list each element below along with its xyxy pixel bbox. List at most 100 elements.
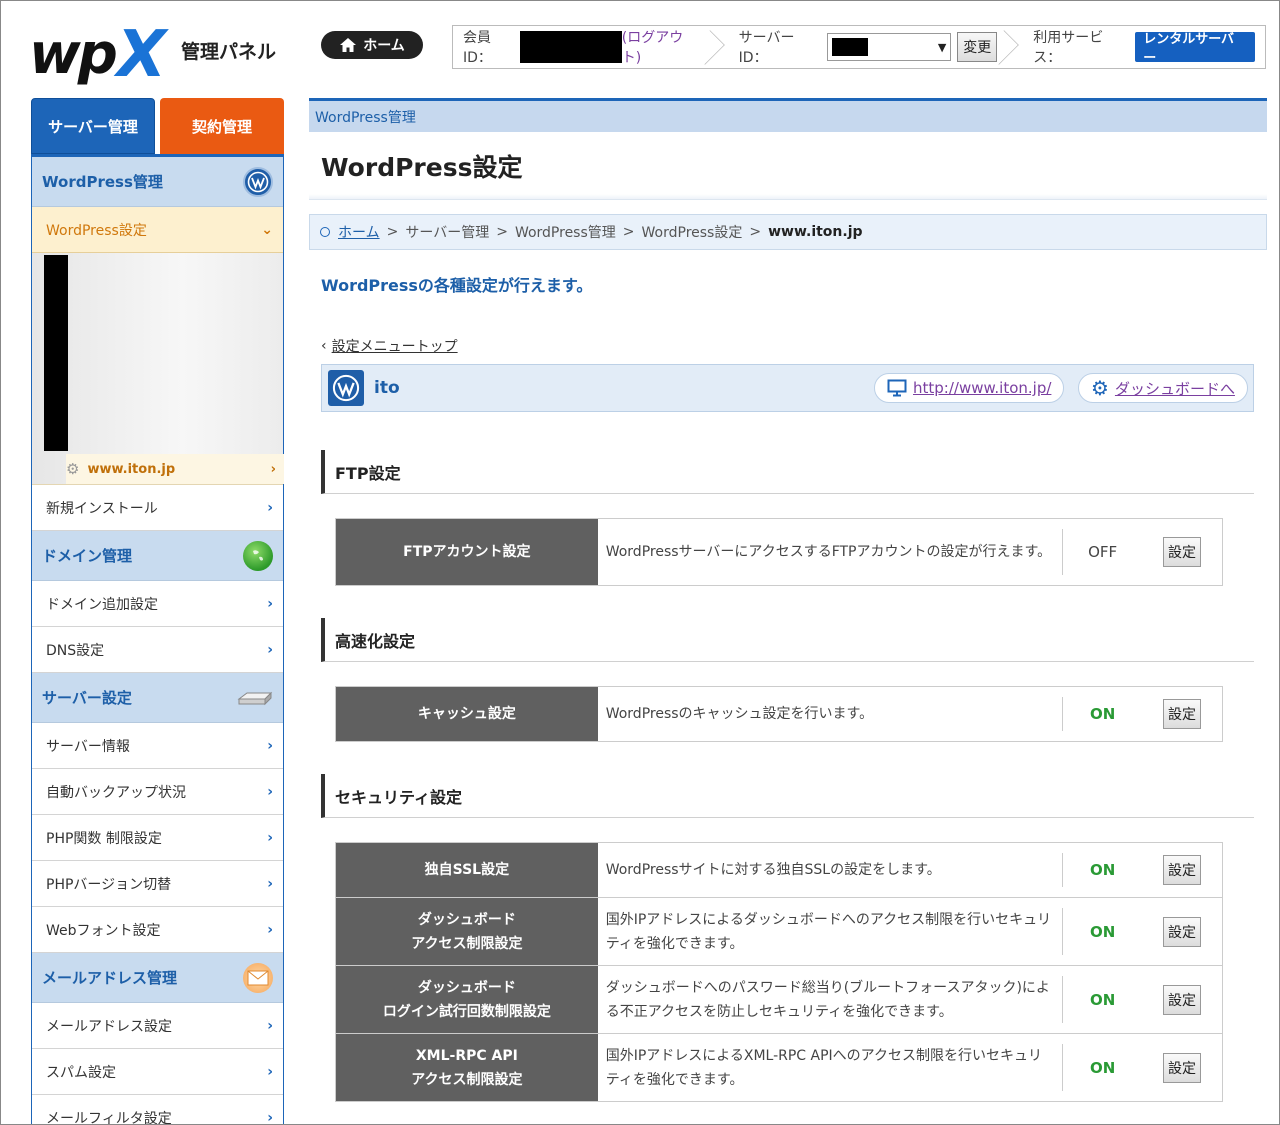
sidebar-item-label: 自動バックアップ状況: [46, 784, 186, 801]
set-button[interactable]: 設定: [1163, 984, 1202, 1015]
sidebar-item-server-info[interactable]: サーバー情報 ›: [32, 723, 283, 769]
setting-action: 設定: [1142, 519, 1222, 585]
tab-contract-management[interactable]: 契約管理: [160, 98, 284, 154]
dashboard-link[interactable]: ⚙ ダッシュボードへ: [1078, 373, 1248, 403]
app-window: wp X 管理パネル ホーム 会員ID： (ログアウト) サーバーID： ▼ 変更…: [0, 0, 1280, 1125]
server-icon: [237, 683, 273, 713]
site-thumbnail-redacted: [44, 255, 68, 451]
setting-action: 設定: [1142, 843, 1222, 897]
sidebar-section-domain[interactable]: ドメイン管理: [32, 531, 283, 581]
breadcrumb-home-link[interactable]: ホーム: [338, 222, 380, 242]
back-to-menu-link[interactable]: 設定メニュートップ: [332, 336, 458, 356]
sidebar-item-label: サーバー情報: [46, 738, 130, 755]
sidebar-section-server[interactable]: サーバー設定: [32, 673, 283, 723]
site-url-link[interactable]: http://www.iton.jp/: [874, 373, 1065, 403]
chevron-down-icon: ⌄: [261, 221, 273, 238]
chevron-right-icon: ›: [267, 875, 273, 892]
site-domain-label: www.iton.jp: [87, 461, 176, 477]
chevron-right-icon: ›: [267, 829, 273, 846]
setting-description: 国外IPアドレスによるダッシュボードへのアクセス制限を行いセキュリティを強化でき…: [605, 911, 1052, 952]
dropdown-arrow-icon: ▼: [937, 40, 947, 54]
panel-title: 管理パネル: [181, 41, 277, 63]
home-button[interactable]: ホーム: [321, 31, 423, 59]
breadcrumb-separator: >: [496, 224, 508, 240]
set-button[interactable]: 設定: [1163, 1052, 1202, 1083]
sidebar-item-php-function[interactable]: PHP関数 制限設定 ›: [32, 815, 283, 861]
set-button[interactable]: 設定: [1163, 699, 1202, 729]
main-content: WordPress管理 WordPress設定 ホーム > サーバー管理 > W…: [309, 98, 1267, 1102]
chevron-left-icon: ‹: [321, 338, 327, 354]
chevron-right-icon: ›: [267, 783, 273, 800]
set-button[interactable]: 設定: [1163, 537, 1202, 567]
section-title: メールアドレス管理: [42, 969, 178, 987]
mail-icon: [243, 962, 273, 993]
sidebar-item-php-version[interactable]: PHPバージョン切替 ›: [32, 861, 283, 907]
logo-wp-text: wp: [29, 22, 118, 87]
tab-server-management[interactable]: サーバー管理: [31, 98, 155, 154]
sidebar-section-mail[interactable]: メールアドレス管理: [32, 953, 283, 1003]
chevron-right-icon: ›: [267, 1017, 273, 1034]
setting-description: ダッシュボードへのパスワード総当り(ブルートフォースアタック)による不正アクセス…: [605, 979, 1050, 1020]
dashboard-link-text: ダッシュボードへ: [1114, 379, 1235, 398]
setting-label: ダッシュボード アクセス制限設定: [336, 898, 598, 965]
segment-separator: [713, 26, 729, 68]
setting-description: WordPressのキャッシュ設定を行います。: [605, 706, 874, 722]
section-heading: セキュリティ設定: [321, 774, 1254, 818]
breadcrumb-item: サーバー管理: [405, 225, 490, 241]
section-header-bar: WordPress管理: [309, 98, 1267, 132]
server-id-segment: サーバーID： ▼ 変更: [729, 26, 1008, 68]
site-domain-item[interactable]: ⚙ www.iton.jp ›: [66, 454, 284, 484]
breadcrumb-separator: >: [622, 224, 635, 240]
globe-icon: [243, 540, 273, 571]
setting-action: 設定: [1142, 687, 1222, 741]
setting-label: キャッシュ設定: [336, 687, 598, 741]
breadcrumb-item: WordPress管理: [514, 225, 616, 241]
sidebar-item-mail-filter[interactable]: メールフィルタ設定 ›: [32, 1095, 283, 1125]
rental-server-button[interactable]: レンタルサーバー: [1135, 32, 1255, 66]
set-button[interactable]: 設定: [1163, 855, 1202, 885]
sidebar-item-dns[interactable]: DNS設定 ›: [32, 627, 283, 673]
logout-link[interactable]: (ログアウト): [622, 27, 703, 67]
member-id-segment: 会員ID： (ログアウト): [453, 26, 713, 68]
wpx-logo[interactable]: wp X: [29, 15, 167, 92]
chevron-right-icon: ›: [267, 737, 273, 754]
server-id-select[interactable]: ▼: [827, 33, 952, 61]
table-row: XML-RPC API アクセス制限設定 国外IPアドレスによるXML-RPC …: [336, 1034, 1222, 1102]
sidebar-item-auto-backup[interactable]: 自動バックアップ状況 ›: [32, 769, 283, 815]
wordpress-icon: [243, 166, 273, 197]
section-title: WordPress管理: [42, 173, 163, 191]
sidebar-section-wordpress[interactable]: WordPress管理: [32, 157, 283, 207]
settings-table: キャッシュ設定 WordPressのキャッシュ設定を行います。 ON 設定: [335, 686, 1223, 742]
sidebar-item-wordpress-settings[interactable]: WordPress設定 ⌄: [32, 207, 283, 253]
member-id-redacted: [519, 31, 622, 63]
chevron-right-icon: ›: [267, 921, 273, 938]
account-bar: 会員ID： (ログアウト) サーバーID： ▼ 変更 利用サービス： レンタルサ…: [452, 25, 1266, 69]
sidebar-item-webfont[interactable]: Webフォント設定 ›: [32, 907, 283, 953]
sidebar-item-spam[interactable]: スパム設定 ›: [32, 1049, 283, 1095]
gear-icon: ⚙: [66, 460, 80, 478]
section-title: ドメイン管理: [42, 547, 133, 565]
breadcrumb-circle-icon: [320, 227, 330, 237]
sidebar-item-domain-add[interactable]: ドメイン追加設定 ›: [32, 581, 283, 627]
setting-status: ON: [1062, 908, 1142, 955]
sidebar-item-label: DNS設定: [46, 642, 105, 659]
site-url-text: http://www.iton.jp/: [913, 379, 1052, 397]
section-ftp: FTP設定 FTPアカウント設定 WordPressサーバーにアクセスするFTP…: [321, 450, 1254, 586]
sidebar-tabs: サーバー管理 契約管理: [31, 98, 284, 154]
sidebar-item-label: 新規インストール: [46, 500, 158, 517]
set-button[interactable]: 設定: [1163, 916, 1202, 947]
home-button-label: ホーム: [363, 38, 405, 54]
setting-description: 国外IPアドレスによるXML-RPC APIへのアクセス制限を行いセキュリティを…: [605, 1047, 1042, 1088]
table-row: 独自SSL設定 WordPressサイトに対する独自SSLの設定をします。 ON…: [336, 843, 1222, 898]
breadcrumb-current: www.iton.jp: [768, 224, 863, 240]
logo-x-text: X: [116, 18, 167, 92]
setting-status: ON: [1062, 1044, 1142, 1091]
member-id-label: 会員ID：: [463, 30, 492, 66]
setting-status: ON: [1062, 853, 1142, 887]
sidebar-item-mail-address[interactable]: メールアドレス設定 ›: [32, 1003, 283, 1049]
sidebar-item-new-install[interactable]: 新規インストール ›: [32, 485, 283, 531]
service-label: 利用サービス：: [1033, 30, 1104, 66]
back-to-menu[interactable]: ‹ 設定メニュートップ: [309, 336, 1267, 356]
setting-label: ダッシュボード ログイン試行回数制限設定: [336, 966, 598, 1033]
table-row: ダッシュボード アクセス制限設定 国外IPアドレスによるダッシュボードへのアクセ…: [336, 898, 1222, 966]
